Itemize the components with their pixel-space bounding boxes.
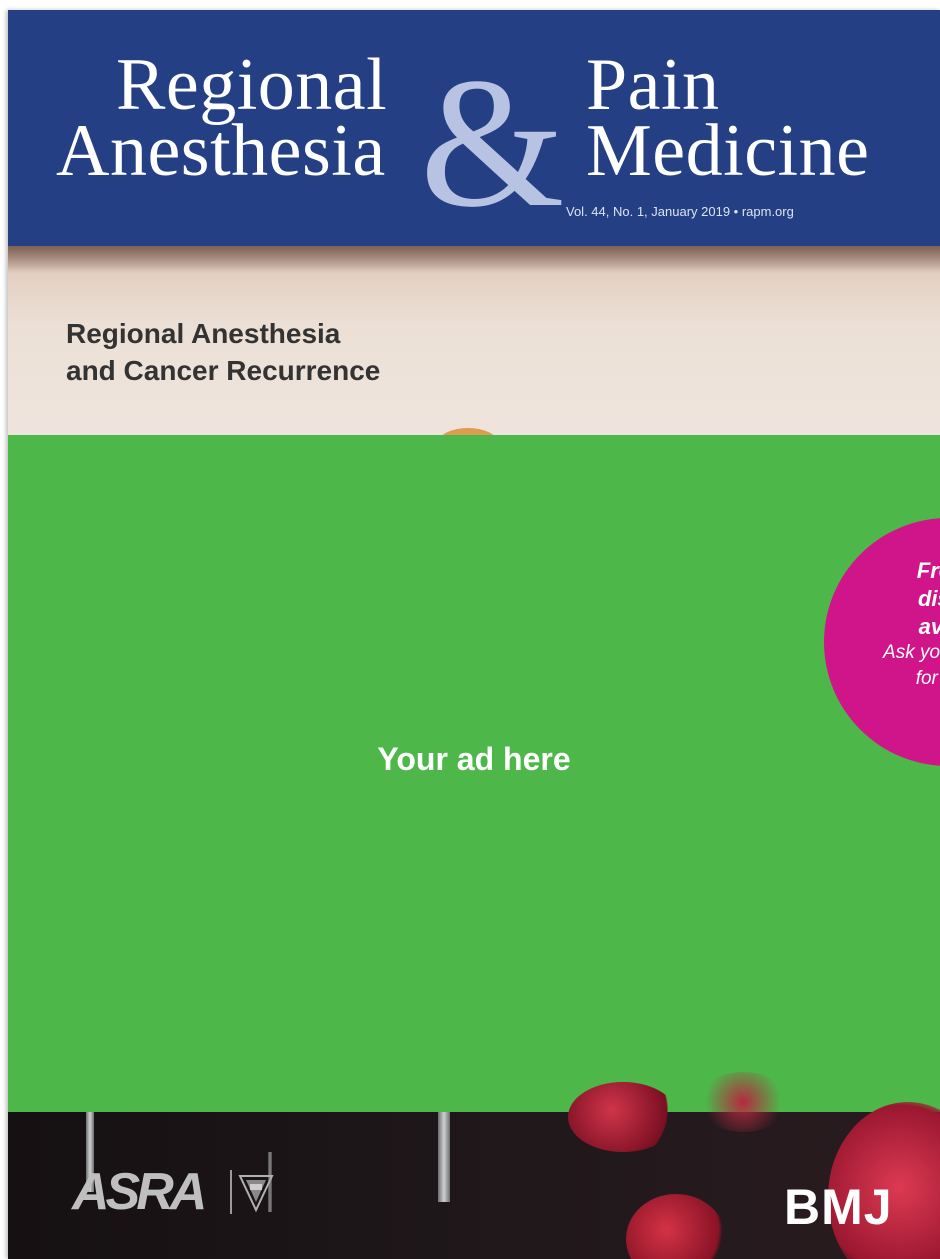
asra-seal-icon [238,1175,274,1213]
bmj-logo: BMJ [784,1179,893,1235]
badge-line: for de [915,668,940,689]
masthead-title-medicine: Medicine [586,110,870,192]
badge-line: Ask your [883,642,940,663]
cover-art-cell [568,1082,678,1152]
masthead-title-anesthesia: Anesthesia [56,110,386,192]
ad-text: Your ad here [377,741,571,777]
logo-divider [230,1170,232,1214]
badge-line: Free [916,558,940,583]
cover-headline: Regional Anesthesia and Cancer Recurrenc… [66,315,380,389]
badge-line: disc [917,586,940,611]
journal-cover: Regional Anesthesia & Pain Medicine Vol.… [8,10,940,1259]
cover-art-cell [698,1072,788,1132]
asra-logo: ASRA [72,1163,207,1221]
cover-headline-line2: and Cancer Recurrence [66,355,381,386]
ad-placeholder[interactable]: Your ad here [8,435,940,1112]
cover-art-cell [626,1194,726,1259]
badge-line: avai [918,614,940,639]
cover-art-pole [438,1112,450,1202]
cover-headline-line1: Regional Anesthesia [66,318,341,349]
masthead: Regional Anesthesia & Pain Medicine Vol.… [8,10,940,246]
masthead-ampersand: & [420,40,565,246]
issue-info: Vol. 44, No. 1, January 2019 • rapm.org [566,204,794,219]
